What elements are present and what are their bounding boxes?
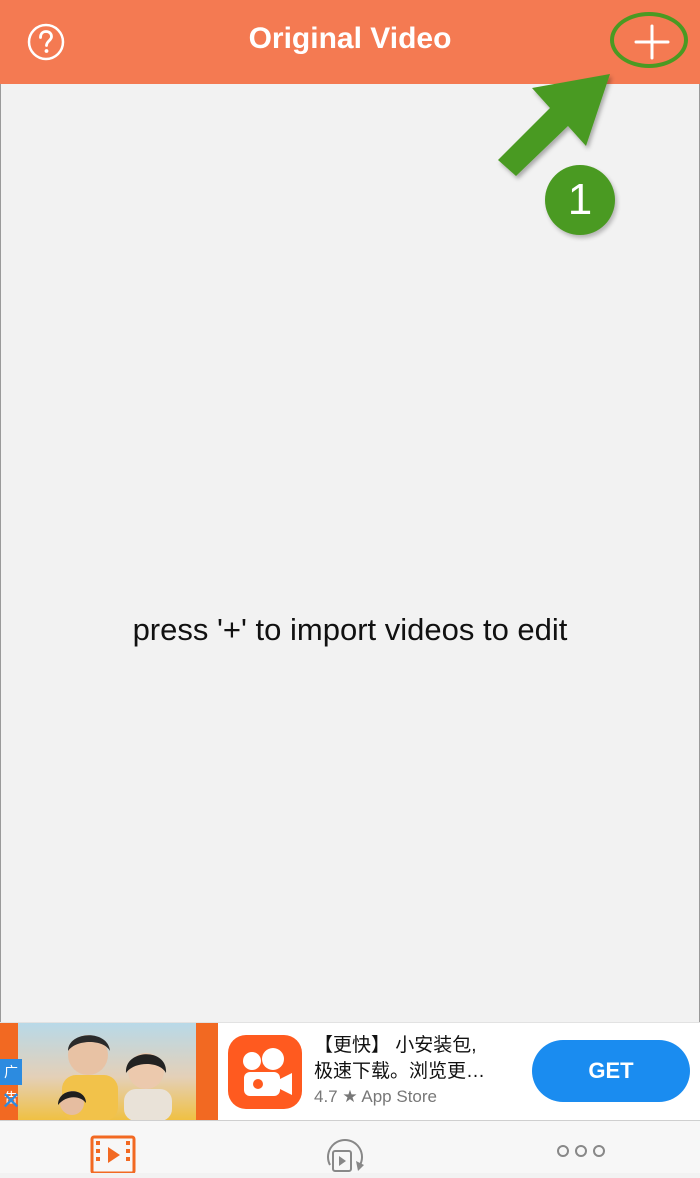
ad-headline-line2: 极速下载。浏览更… xyxy=(314,1061,486,1082)
video-rotate-icon xyxy=(327,1139,364,1172)
film-strip-icon xyxy=(90,1135,136,1175)
page-title: Original Video xyxy=(248,22,452,55)
ad-people-illustration xyxy=(58,1035,172,1121)
ad-separator-strip xyxy=(196,1023,218,1121)
app-icon[interactable] xyxy=(228,1035,302,1109)
tab-original-video[interactable] xyxy=(90,1135,136,1175)
ad-headline: 【更快】 小安装包, 极速下载。浏览更… xyxy=(314,1033,524,1085)
ad-rating: 4.7 ★ App Store xyxy=(314,1087,437,1106)
tab-bar xyxy=(0,1120,700,1175)
ad-label-badge: 广告 xyxy=(0,1059,22,1106)
ad-headline-line1: 【更快】 小安装包, xyxy=(314,1035,477,1056)
empty-state-message: press '+' to import videos to edit xyxy=(132,612,568,647)
more-dots-icon xyxy=(557,1145,605,1157)
tab-more[interactable] xyxy=(556,1135,606,1173)
close-x-icon[interactable]: ✕ xyxy=(0,1089,22,1115)
get-app-button[interactable]: GET xyxy=(532,1040,690,1102)
video-camera-logo-icon xyxy=(243,1048,292,1096)
add-button-highlight-ring xyxy=(610,12,688,68)
ad-banner[interactable]: 广告 ✕ 【更快】 小安装包, 极速下载。浏览更… 4.7 ★ App Stor… xyxy=(0,1022,700,1121)
tab-edited-video[interactable] xyxy=(322,1135,368,1173)
ad-image[interactable] xyxy=(18,1023,196,1121)
step-number-badge: 1 xyxy=(545,165,615,235)
